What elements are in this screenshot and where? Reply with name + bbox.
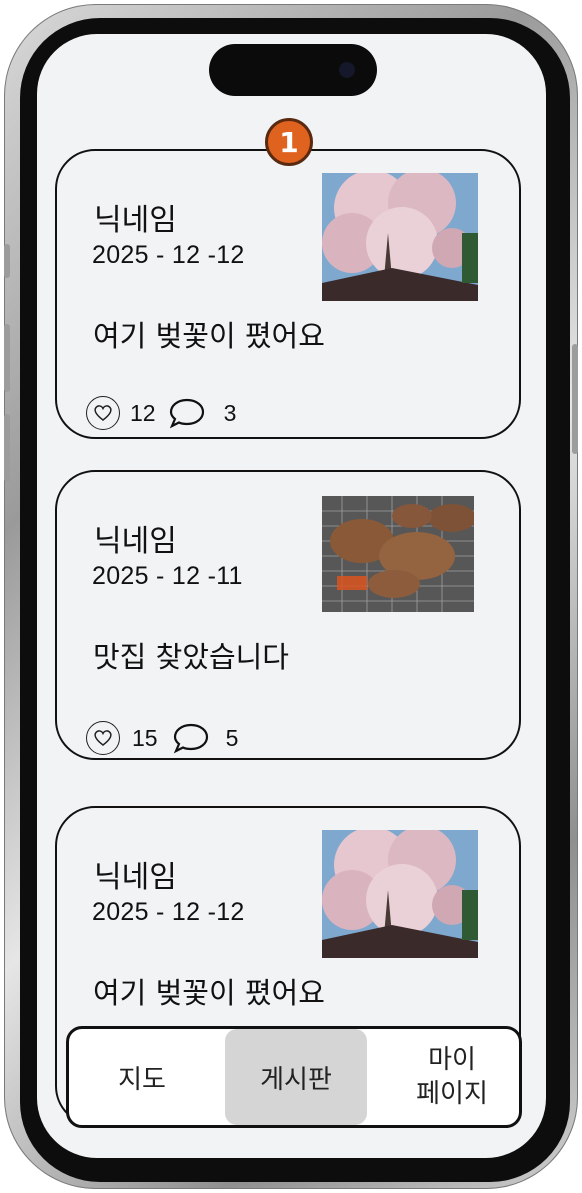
like-count: 15 [132,724,158,751]
comment-bubble-icon[interactable] [168,397,206,429]
comment-count: 5 [225,724,239,751]
post-image[interactable] [322,830,478,958]
post-image[interactable] [322,173,478,301]
post-card[interactable]: 닉네임 2025 - 12 -11 맛집 찾았습니다 15 5 [55,470,521,760]
post-date: 2025 - 12 -12 [92,898,245,926]
grilled-meat-photo [322,496,474,612]
post-nickname: 닉네임 [94,524,177,559]
post-date: 2025 - 12 -12 [92,241,245,269]
nav-map[interactable]: 지도 [77,1029,207,1125]
post-nickname: 닉네임 [94,203,177,238]
comment-count: 3 [223,399,237,426]
power-button [572,344,578,454]
nav-my-page-label-line1: 마이 [428,1045,476,1075]
like-count: 12 [130,399,156,426]
nav-my-page-label-line2: 페이지 [416,1079,488,1109]
post-content: 맛집 찾았습니다 [93,640,289,674]
post-content: 여기 벚꽃이 폈어요 [93,319,325,353]
cherry-blossom-photo [322,173,478,301]
nav-my-page[interactable]: 마이 페이지 [385,1029,519,1125]
nav-board[interactable]: 게시판 [225,1029,367,1125]
comment-bubble-icon[interactable] [172,722,210,754]
volume-up-button [4,324,10,392]
camera-icon [339,62,355,78]
post-image[interactable] [322,496,474,612]
post-nickname: 닉네임 [94,860,177,895]
nav-map-label: 지도 [118,1064,166,1095]
heart-icon[interactable] [86,721,120,755]
post-stats: 15 5 [86,718,238,758]
bottom-nav: 지도 게시판 마이 페이지 [66,1026,522,1128]
heart-icon[interactable] [86,396,120,430]
dynamic-island [209,44,377,96]
cherry-blossom-photo [322,830,478,958]
post-content: 여기 벚꽃이 폈어요 [93,976,325,1010]
volume-down-button [4,414,10,482]
post-stats: 12 3 [86,393,236,433]
action-button [4,244,10,278]
annotation-badge: 1 [265,118,313,166]
post-card[interactable]: 닉네임 2025 - 12 -12 여기 벚꽃이 폈어요 12 3 [55,149,521,439]
screen: 닉네임 2025 - 12 -12 여기 벚꽃이 폈어요 12 3 1 닉네임 … [37,34,546,1158]
nav-board-label: 게시판 [260,1064,332,1095]
post-date: 2025 - 12 -11 [92,562,243,590]
